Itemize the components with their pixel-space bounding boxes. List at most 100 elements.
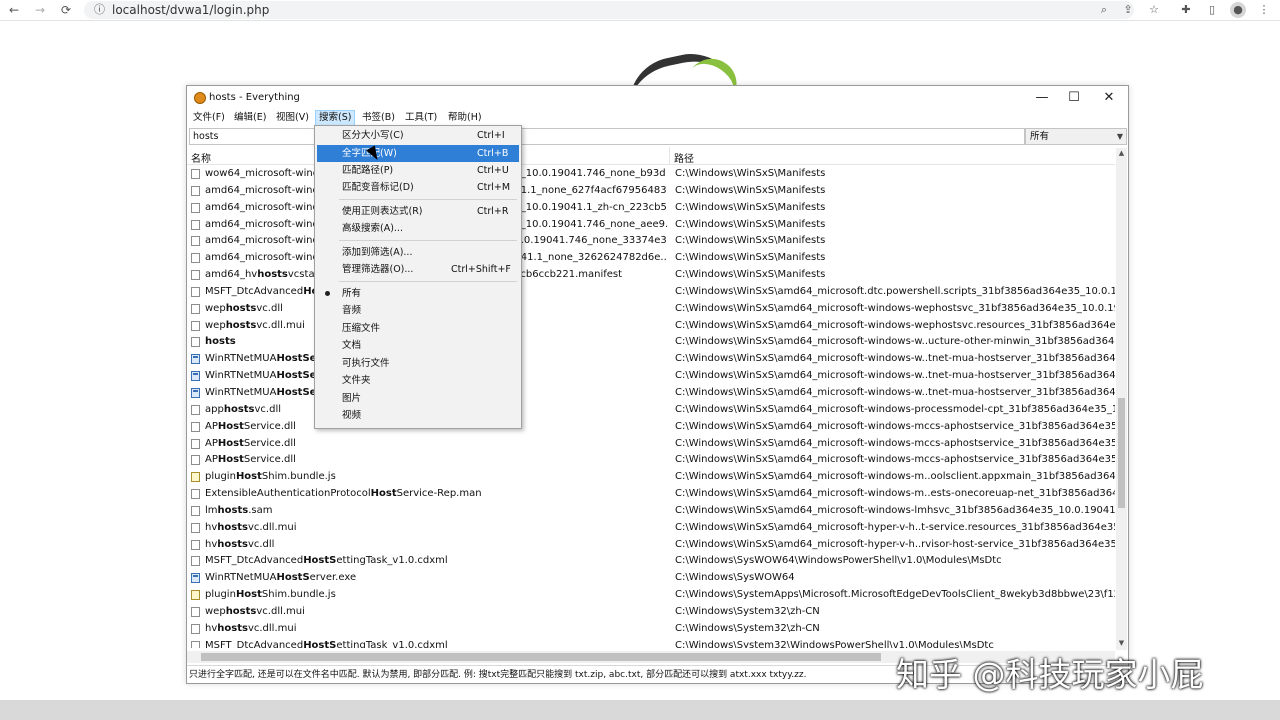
profile-icon[interactable]: ● <box>1230 2 1246 18</box>
menu-bookmarks[interactable]: 书签(B) <box>359 110 398 126</box>
column-divider[interactable] <box>669 147 670 164</box>
table-row[interactable]: APHostService.dll C:\Windows\WinSxS\amd64… <box>187 452 1115 469</box>
table-row[interactable]: hvhostsvc.dll.mui C:\Windows\WinSxS\amd64… <box>187 520 1115 537</box>
name-part: WinRTNetMUA <box>205 353 277 365</box>
name-part: .sam <box>248 504 273 516</box>
menu-item[interactable]: 匹配路径(P) Ctrl+U <box>317 162 519 179</box>
table-row[interactable]: APHostService.dll C:\Windows\WinSxS\amd64… <box>187 436 1115 453</box>
name-part-suffix: 10.0.19041.746_none_33374e3... <box>508 235 667 247</box>
maximize-button[interactable]: ☐ <box>1059 89 1089 107</box>
name-part: vc.dll.mui <box>247 521 297 533</box>
table-row[interactable]: WinRTNetMUAHostServer.exe C:\Windows\SysW… <box>187 570 1115 587</box>
row-path: C:\Windows\WinSxS\amd64_microsoft-window… <box>675 403 1115 415</box>
menu-edit[interactable]: 编辑(E) <box>231 110 269 126</box>
name-part: MSFT_DtcAdvanced <box>205 285 304 297</box>
forward-icon[interactable]: → <box>32 2 48 18</box>
menu-item[interactable]: 匹配变音标记(D) Ctrl+M <box>317 179 519 196</box>
row-path: C:\Windows\WinSxS\amd64_microsoft-window… <box>675 386 1115 398</box>
menu-item[interactable]: 管理筛选器(O)... Ctrl+Shift+F <box>317 261 519 278</box>
table-row[interactable]: pluginHostShim.bundle.js C:\Windows\Syste… <box>187 587 1115 604</box>
row-path: C:\Windows\WinSxS\amd64_microsoft-window… <box>675 504 1115 516</box>
table-row[interactable]: hvhostsvc.dll.mui C:\Windows\System32\zh-… <box>187 621 1115 638</box>
column-name-header[interactable]: 名称 <box>191 150 211 165</box>
row-path: C:\Windows\SysWOW64\WindowsPowerShell\v1… <box>675 555 1002 567</box>
watermark-text: 知乎 @科技玩家小屁 <box>896 655 1204 694</box>
menu-item[interactable]: 高级搜索(A)... <box>317 220 519 237</box>
close-button[interactable]: ✕ <box>1094 89 1124 107</box>
row-path: C:\Windows\WinSxS\amd64_microsoft-window… <box>675 471 1115 483</box>
name-match-highlight: HostS <box>303 639 337 648</box>
vertical-scroll-thumb[interactable] <box>1118 398 1125 508</box>
menu-item[interactable]: 视频 <box>317 407 519 424</box>
back-icon[interactable]: ← <box>6 2 22 18</box>
share-icon[interactable]: ⇪ <box>1120 2 1136 18</box>
file-icon <box>191 640 200 648</box>
menu-item[interactable]: 可执行文件 <box>317 355 519 372</box>
menu-item[interactable]: 区分大小写(C) Ctrl+I <box>317 127 519 144</box>
menu-file[interactable]: 文件(F) <box>190 110 228 126</box>
menu-item-shortcut: Ctrl+R <box>477 206 509 217</box>
scroll-up-icon[interactable]: ▲ <box>1116 149 1127 159</box>
menu-item[interactable]: 文件夹 <box>317 372 519 389</box>
menu-item-label: 管理筛选器(O)... <box>342 264 414 275</box>
row-path: C:\Windows\WinSxS\amd64_microsoft-window… <box>675 437 1115 449</box>
file-icon <box>191 404 200 415</box>
menu-item[interactable]: 添加到筛选(A)... <box>317 244 519 261</box>
name-part: WinRTNetMUA <box>205 572 277 584</box>
menu-item[interactable]: 使用正则表达式(R) Ctrl+R <box>317 203 519 220</box>
menu-item[interactable]: 文档 <box>317 337 519 354</box>
name-part: vc.dll.mui <box>247 622 297 634</box>
menu-help[interactable]: 帮助(H) <box>445 110 485 126</box>
exe-file-icon <box>191 354 200 365</box>
file-icon <box>191 253 200 264</box>
file-icon <box>191 236 200 247</box>
menu-item[interactable]: 音频 <box>317 302 519 319</box>
horizontal-scroll-thumb[interactable] <box>201 653 881 661</box>
info-icon[interactable]: ⓘ <box>94 2 108 18</box>
name-match-highlight: hosts <box>225 302 257 314</box>
file-icon <box>191 556 200 567</box>
row-name: hvhostsvc.dll.mui <box>205 621 667 638</box>
menu-view[interactable]: 视图(V) <box>273 110 312 126</box>
table-row[interactable]: lmhosts.sam C:\Windows\WinSxS\amd64_micro… <box>187 503 1115 520</box>
row-path: C:\Windows\WinSxS\amd64_microsoft-window… <box>675 370 1115 382</box>
table-row[interactable]: wephostsvc.dll.mui C:\Windows\System32\zh… <box>187 604 1115 621</box>
zoom-icon[interactable]: ⌕ <box>1096 2 1112 18</box>
name-part: Service.dll <box>243 454 296 466</box>
reload-icon[interactable]: ⟳ <box>58 2 74 18</box>
menu-item[interactable]: 图片 <box>317 390 519 407</box>
title-bar[interactable]: hosts - Everything — ☐ ✕ <box>187 86 1128 110</box>
exe-file-icon <box>191 573 200 584</box>
table-row[interactable]: MSFT_DtcAdvancedHostSettingTask_v1.0.cdx… <box>187 553 1115 570</box>
star-icon[interactable]: ☆ <box>1146 2 1162 18</box>
menu-item-shortcut: Ctrl+Shift+F <box>451 264 511 275</box>
table-row[interactable]: ExtensibleAuthenticationProtocolHostServ… <box>187 486 1115 503</box>
file-icon <box>191 505 200 516</box>
filter-select[interactable]: 所有 ▼ <box>1025 128 1127 145</box>
script-file-icon <box>191 590 200 601</box>
row-name: hvhostsvc.dll <box>205 537 667 554</box>
name-part: vc.dll.mui <box>256 605 305 617</box>
column-path-header[interactable]: 路径 <box>674 150 694 165</box>
name-part: amd64_microsoft-windo <box>205 252 325 264</box>
name-part: AP <box>205 420 218 432</box>
row-path: C:\Windows\WinSxS\amd64_microsoft-hyper-… <box>675 521 1115 533</box>
menu-tools[interactable]: 工具(T) <box>402 110 440 126</box>
table-row[interactable]: hvhostsvc.dll C:\Windows\WinSxS\amd64_mic… <box>187 537 1115 554</box>
sidebar-icon[interactable]: ▯ <box>1204 2 1220 18</box>
more-icon[interactable]: ⋮ <box>1256 2 1272 18</box>
table-row[interactable]: MSFT_DtcAdvancedHostSettingTask_v1.0.cdx… <box>187 638 1115 648</box>
menu-item[interactable]: 压缩文件 <box>317 320 519 337</box>
name-match-highlight: HostS <box>303 555 337 567</box>
menu-item[interactable]: 所有 <box>317 285 519 302</box>
name-match-highlight: hosts <box>217 504 249 516</box>
minimize-button[interactable]: — <box>1027 89 1057 107</box>
table-row[interactable]: pluginHostShim.bundle.js C:\Windows\WinSx… <box>187 469 1115 486</box>
row-path: C:\Windows\SystemApps\Microsoft.Microsof… <box>675 589 1115 601</box>
browser-toolbar: ← → ⟳ ⓘ localhost/dvwa1/login.php ⌕ ⇪ ☆ … <box>0 0 1280 21</box>
name-match-highlight: Host <box>235 471 262 483</box>
extensions-icon[interactable]: ✚ <box>1178 2 1194 18</box>
menu-item[interactable]: 全字匹配(W) Ctrl+B <box>317 145 519 162</box>
menu-separator <box>339 199 517 200</box>
name-match-highlight: HostS <box>276 572 310 584</box>
